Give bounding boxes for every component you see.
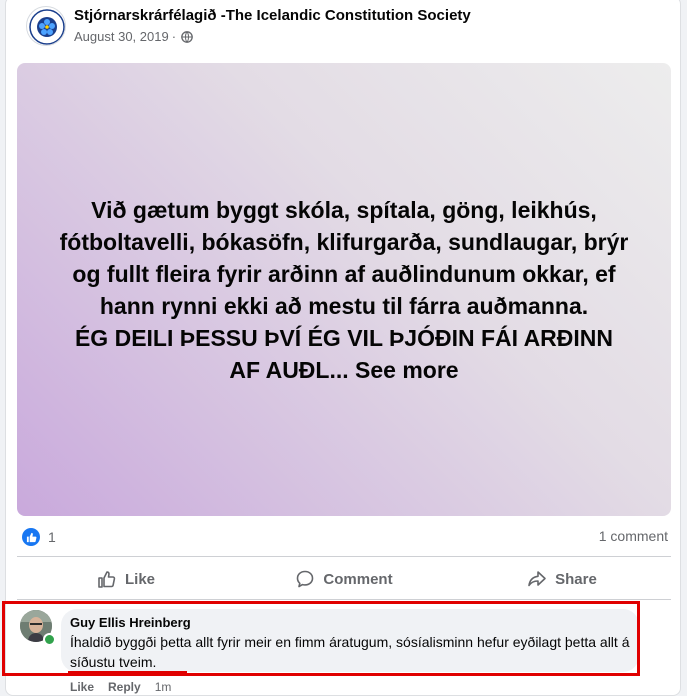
image-text-line: hann rynni ekki að mestu til fárra auðma… bbox=[99, 292, 589, 319]
post-date[interactable]: August 30, 2019 bbox=[74, 29, 169, 44]
comment-icon bbox=[297, 570, 314, 588]
comment-count-link[interactable]: 1 comment bbox=[599, 528, 668, 544]
comment-button[interactable]: Comment bbox=[235, 560, 453, 598]
image-text-line: fótboltavelli, bókasöfn, klifurgarða, su… bbox=[59, 228, 629, 255]
thumbs-up-icon bbox=[98, 571, 116, 588]
meta-separator: · bbox=[171, 29, 177, 44]
comment-timestamp[interactable]: 1m bbox=[155, 680, 172, 694]
comment-label: Comment bbox=[323, 570, 393, 588]
page-name-link[interactable]: Stjórnarskrárfélagið -The Icelandic Cons… bbox=[74, 7, 471, 24]
share-icon bbox=[528, 571, 546, 587]
post-image-text: Við gætum byggt skóla, spítala, göng, le… bbox=[44, 194, 644, 386]
post-actions: Like Comment Share bbox=[17, 560, 671, 598]
image-text-line[interactable]: AF AUÐL... See more bbox=[44, 354, 644, 386]
comment-actions: Like Reply 1m bbox=[70, 680, 171, 694]
reaction-count[interactable]: 1 bbox=[48, 529, 56, 545]
post-image[interactable]: Við gætum byggt skóla, spítala, göng, le… bbox=[17, 63, 671, 516]
reaction-summary[interactable]: 1 bbox=[22, 528, 56, 546]
highlight-box bbox=[2, 601, 640, 676]
image-text-line: ÉG DEILI ÞESSU ÞVÍ ÉG VIL ÞJÓÐIN FÁI ARÐ… bbox=[74, 324, 614, 351]
divider bbox=[17, 556, 671, 557]
like-label: Like bbox=[124, 570, 155, 588]
share-button[interactable]: Share bbox=[453, 560, 671, 598]
share-label: Share bbox=[555, 570, 597, 588]
comment-reply-button[interactable]: Reply bbox=[108, 680, 141, 694]
page-avatar[interactable] bbox=[26, 6, 66, 46]
image-text-line: og fullt fleira fyrir arðinn af auðlindu… bbox=[72, 260, 616, 287]
image-text-line: Við gætum byggt skóla, spítala, göng, le… bbox=[91, 196, 597, 223]
comment-like-button[interactable]: Like bbox=[70, 680, 94, 694]
post-meta: August 30, 2019 · bbox=[74, 29, 193, 44]
society-logo-icon bbox=[29, 9, 65, 45]
divider bbox=[17, 599, 671, 600]
globe-icon[interactable] bbox=[181, 30, 193, 43]
highlight-underline bbox=[68, 671, 187, 673]
like-button[interactable]: Like bbox=[17, 560, 235, 598]
like-reaction-icon bbox=[22, 528, 40, 546]
